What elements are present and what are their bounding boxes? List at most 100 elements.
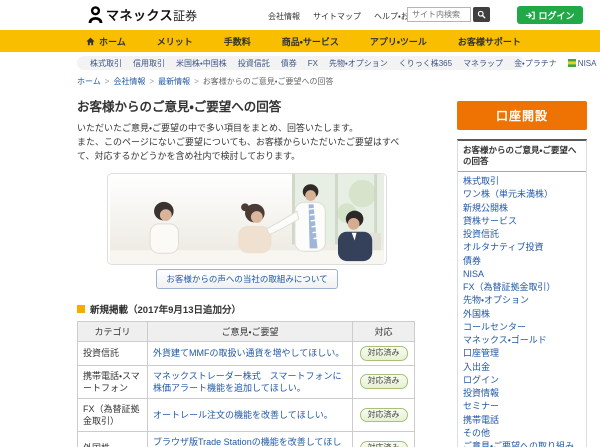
office-meeting-photo	[107, 172, 387, 265]
sidebar-link-item: 投資情報	[458, 387, 586, 400]
category-cell: 投資信託	[77, 340, 148, 366]
search-icon	[477, 10, 486, 19]
subnav-item[interactable]: 株式取引	[90, 58, 122, 69]
monex-person-icon	[88, 6, 103, 24]
site-search	[407, 7, 490, 22]
status-cell: 対応済み	[352, 431, 415, 447]
utility-link[interactable]: サイトマップ	[313, 11, 361, 22]
request-cell: オートレール注文の機能を改善してほしい。	[147, 397, 353, 433]
col-header-status: 対応	[352, 320, 415, 342]
sidebar-link[interactable]: 口座管理	[463, 348, 581, 359]
sidebar-link-item: ご意見・ご要望への取り組みについて	[458, 440, 586, 447]
subnav-item-nisa[interactable]: NISA	[567, 59, 596, 68]
sidebar-link-list: 株式取引ワン株（単元未満株） 新規公開株貸株サービス 投資信託オルタナティブ投資 債券…	[458, 172, 586, 447]
login-arrow-icon	[526, 11, 536, 19]
sidebar-link-item: ワン株（単元未満株）	[458, 188, 586, 201]
request-link[interactable]: 外貨建てMMFの取扱い通貨を増やしてほしい。	[153, 348, 344, 358]
nav-item[interactable]: アプリ・ツール	[370, 35, 427, 48]
utility-link[interactable]: 会社情報	[268, 11, 300, 22]
section-label: 新規掲載	[90, 304, 129, 316]
breadcrumb-link[interactable]: 会社情報	[113, 76, 145, 87]
intro-text: いただいたご意見・ご要望の中で多い項目をまとめ、回答いたします。 また、このペー…	[77, 123, 400, 161]
subnav-item[interactable]: 信用取引	[133, 58, 165, 69]
sidebar-link-item: 口座管理	[458, 347, 586, 360]
sidebar-link[interactable]: 株式取引	[463, 176, 581, 187]
sidebar-link[interactable]: 先物・オプション	[463, 295, 581, 306]
request-link[interactable]: オートレール注文の機能を改善してほしい。	[153, 410, 333, 420]
breadcrumb-link[interactable]: 最新情報	[158, 76, 190, 87]
sidebar-link[interactable]: 投資情報	[463, 388, 581, 399]
breadcrumb: ホーム > 会社情報 > 最新情報 > お客様からのご意見・ご要望への回答	[77, 76, 600, 87]
search-button[interactable]	[473, 7, 490, 22]
subnav-item[interactable]: 金・プラチナ	[514, 58, 557, 69]
brand-name: マネックス証券	[106, 8, 198, 23]
brand-logo[interactable]: マネックス証券	[88, 5, 197, 25]
sidebar-link[interactable]: ワン株（単元未満株）	[463, 189, 581, 200]
sidebar-link[interactable]: 投資信託	[463, 229, 581, 240]
sidebar-link-item: セミナー	[458, 400, 586, 413]
open-account-button[interactable]: 口座開設	[457, 101, 587, 130]
subnav-item[interactable]: くりっく株365	[399, 58, 452, 69]
sidebar-link-item: 先物・オプション	[458, 294, 586, 307]
subnav-item[interactable]: 先物・オプション	[329, 58, 388, 69]
category-cell: 携帯電話・スマートフォン	[77, 364, 148, 399]
home-icon	[86, 37, 95, 45]
product-subnav: 株式取引 信用取引 米国株・中国株 投資信託 債券 FX 先物・オプション くりっく株365 マ…	[77, 56, 596, 70]
sidebar-link[interactable]: 入出金	[463, 362, 581, 373]
breadcrumb-separator: >	[194, 77, 199, 86]
sidebar-link[interactable]: ログイン	[463, 375, 581, 386]
col-header-request: ご意見・ご要望	[147, 320, 353, 342]
nav-item-home[interactable]: ホーム	[86, 35, 126, 48]
nav-item[interactable]: メリット	[157, 35, 193, 48]
nav-item[interactable]: 商品・サービス	[282, 35, 339, 48]
login-button[interactable]: ログイン	[517, 6, 583, 24]
subnav-item[interactable]: 投資信託	[238, 58, 270, 69]
sidebar-link[interactable]: 新規公開株	[463, 203, 581, 214]
request-link[interactable]: ブラウザ版Trade Stationの機能を改善してほしい。	[153, 437, 341, 447]
table-row: 外国株 ブラウザ版Trade Stationの機能を改善してほしい。 対応済み	[77, 431, 415, 447]
sidebar-link-item: 外国株	[458, 308, 586, 321]
section-bullet-icon	[77, 304, 85, 313]
sidebar-link[interactable]: FX（為替証拠金取引）	[463, 282, 581, 293]
sidebar-link[interactable]: ご意見・ご要望への取り組みについて	[463, 441, 581, 447]
breadcrumb-current: お客様からのご意見・ご要望への回答	[202, 77, 334, 86]
sidebar-link-item: その他	[458, 427, 586, 440]
subnav-item[interactable]: 債券	[281, 58, 297, 69]
breadcrumb-separator: >	[149, 77, 155, 86]
sidebar-link-item: FX（為替証拠金取引）	[458, 281, 586, 294]
sidebar-link[interactable]: マネックス・ゴールド	[463, 335, 581, 346]
sidebar-link[interactable]: 貸株サービス	[463, 216, 581, 227]
sidebar-link-item: 入出金	[458, 361, 586, 374]
subnav-item[interactable]: 米国株・中国株	[176, 58, 227, 69]
sidebar-link[interactable]: NISA	[463, 269, 581, 280]
sidebar-link-item: ログイン	[458, 374, 586, 387]
sidebar-link[interactable]: セミナー	[463, 401, 581, 412]
sidebar-link[interactable]: 携帯電話	[463, 415, 581, 426]
feedback-table: カテゴリ ご意見・ご要望 対応 投資信託 外貨建てMMFの取扱い通貨を増やしてほ…	[77, 320, 415, 447]
table-row: FX（為替証拠金取引） オートレール注文の機能を改善してほしい。 対応済み	[77, 397, 415, 433]
feedback-table-head: カテゴリ ご意見・ご要望 対応	[77, 320, 415, 342]
request-link[interactable]: マネックストレーダー株式 スマートフォンに株価アラート機能を追加してほしい。	[153, 371, 341, 393]
request-cell: ブラウザ版Trade Stationの機能を改善してほしい。	[147, 431, 353, 447]
status-cell: 対応済み	[352, 340, 415, 366]
feedback-table-body: 投資信託 外貨建てMMFの取扱い通貨を増やしてほしい。 対応済み 携帯電話・スマ…	[77, 340, 415, 447]
sidebar-link[interactable]: コールセンター	[463, 322, 581, 333]
nav-item[interactable]: 手数料	[224, 35, 251, 48]
category-cell: FX（為替証拠金取引）	[77, 397, 148, 433]
customer-voice-button[interactable]: お客様からの声への当社の取組みについて	[156, 268, 338, 289]
subnav-item[interactable]: FX	[308, 59, 318, 68]
sidebar-link[interactable]: その他	[463, 428, 581, 439]
breadcrumb-link[interactable]: ホーム	[77, 76, 101, 87]
photo-block: お客様からの声への当社の取組みについて	[107, 172, 387, 289]
category-cell: 外国株	[77, 431, 148, 447]
sidebar-link[interactable]: 債券	[463, 256, 581, 267]
table-row: 携帯電話・スマートフォン マネックストレーダー株式 スマートフォンに株価アラート…	[77, 364, 415, 399]
page-title: お客様からのご意見・ご要望への回答	[77, 100, 282, 114]
subnav-item[interactable]: マネラップ	[463, 58, 503, 69]
nav-item[interactable]: お客様サポート	[458, 35, 521, 48]
status-badge: 対応済み	[359, 407, 408, 423]
search-input[interactable]	[407, 7, 471, 22]
sidebar-link[interactable]: オルタナティブ投資	[463, 242, 581, 253]
table-row: 投資信託 外貨建てMMFの取扱い通貨を増やしてほしい。 対応済み	[77, 340, 415, 366]
sidebar-link[interactable]: 外国株	[463, 309, 581, 320]
